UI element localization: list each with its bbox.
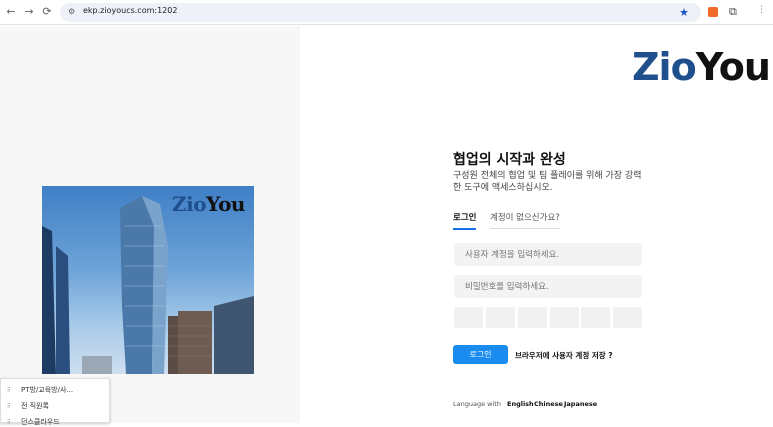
tab-login[interactable]: 로그인 (453, 211, 477, 230)
account-input[interactable] (454, 243, 642, 266)
language-option-japanese[interactable]: Japanese (564, 400, 597, 408)
context-menu-item[interactable]: ⁝⁝ PT방/교육방/사... (7, 385, 73, 395)
context-menu-item[interactable]: ⁝⁝ 전 직원록 (7, 401, 49, 411)
otp-box[interactable] (613, 307, 642, 328)
extensions-puzzle-icon[interactable]: ⧉ (729, 5, 737, 19)
back-arrow-icon[interactable]: ← (4, 5, 18, 19)
brand-logo-part1: Zio (632, 45, 697, 89)
login-title: 협업의 시작과 완성 (453, 152, 566, 168)
address-bar[interactable]: ⚙ ekp.zioyoucs.com:1202 ★ (60, 3, 701, 22)
login-button[interactable]: 로그인 (453, 345, 508, 364)
otp-box[interactable] (486, 307, 515, 328)
hero-logo: ZioYou (172, 192, 245, 216)
context-menu: ⁝⁝ PT방/교육방/사... ⁝⁝ 전 직원록 ⁝⁝ 던스클라우드 (0, 378, 110, 426)
brand-logo: ZioYou (632, 45, 771, 89)
context-menu-item-label: 던스클라우드 (21, 418, 60, 426)
save-account-question[interactable]: 브라우저에 사용자 계정 저장 ? (515, 350, 613, 361)
profile-icon[interactable]: ⋮ (757, 5, 766, 15)
password-input[interactable] (454, 275, 642, 298)
menu-item-icon: ⁝⁝ (7, 418, 10, 426)
extension-icon[interactable] (708, 7, 718, 17)
site-settings-icon[interactable]: ⚙ (68, 7, 78, 17)
login-subtitle: 구성원 전체의 협업 및 팀 플레이를 위해 가장 강력한 도구에 액세스하십시… (453, 171, 642, 193)
brand-logo-part2: You (695, 45, 771, 89)
tab-no-account[interactable]: 계정이 없으신가요? (490, 211, 560, 229)
menu-item-icon: ⁝⁝ (7, 386, 10, 394)
context-menu-item-label: PT방/교육방/사... (21, 386, 74, 394)
menu-item-icon: ⁝⁝ (7, 402, 10, 410)
language-label: Language with (453, 400, 501, 408)
reload-icon[interactable]: ⟳ (40, 5, 54, 19)
hero-logo-part2: You (206, 192, 245, 216)
hero-image: ZioYou (42, 186, 254, 374)
hero-logo-part1: Zio (172, 192, 207, 216)
otp-box[interactable] (550, 307, 579, 328)
browser-toolbar: ← → ⟳ ⚙ ekp.zioyoucs.com:1202 ★ ⧉ ⋮ (0, 0, 773, 25)
otp-box[interactable] (454, 307, 483, 328)
otp-box[interactable] (581, 307, 610, 328)
bookmark-star-icon[interactable]: ★ (679, 6, 689, 19)
language-option-english[interactable]: English (507, 400, 534, 408)
context-menu-item[interactable]: ⁝⁝ 던스클라우드 (7, 417, 60, 427)
language-option-chinese[interactable]: Chinese (534, 400, 563, 408)
context-menu-item-label: 전 직원록 (21, 402, 49, 410)
forward-arrow-icon[interactable]: → (22, 5, 36, 19)
otp-box[interactable] (518, 307, 547, 328)
url-text: ekp.zioyoucs.com:1202 (83, 6, 178, 15)
